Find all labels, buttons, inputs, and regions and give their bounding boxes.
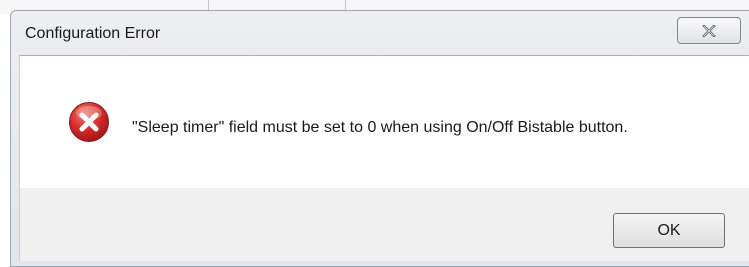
error-message: "Sleep timer" field must be set to 0 whe… bbox=[132, 119, 628, 136]
dialog-body: "Sleep timer" field must be set to 0 whe… bbox=[19, 55, 749, 261]
close-x-icon bbox=[702, 24, 716, 37]
dialog-titlebar[interactable]: Configuration Error bbox=[11, 11, 749, 55]
close-button[interactable] bbox=[677, 17, 741, 44]
message-area: "Sleep timer" field must be set to 0 whe… bbox=[20, 56, 749, 188]
error-dialog: Configuration Error "Sleep timer" field … bbox=[10, 10, 749, 267]
dialog-title: Configuration Error bbox=[25, 25, 161, 42]
ok-button[interactable]: OK bbox=[613, 213, 725, 248]
error-icon bbox=[69, 102, 109, 142]
